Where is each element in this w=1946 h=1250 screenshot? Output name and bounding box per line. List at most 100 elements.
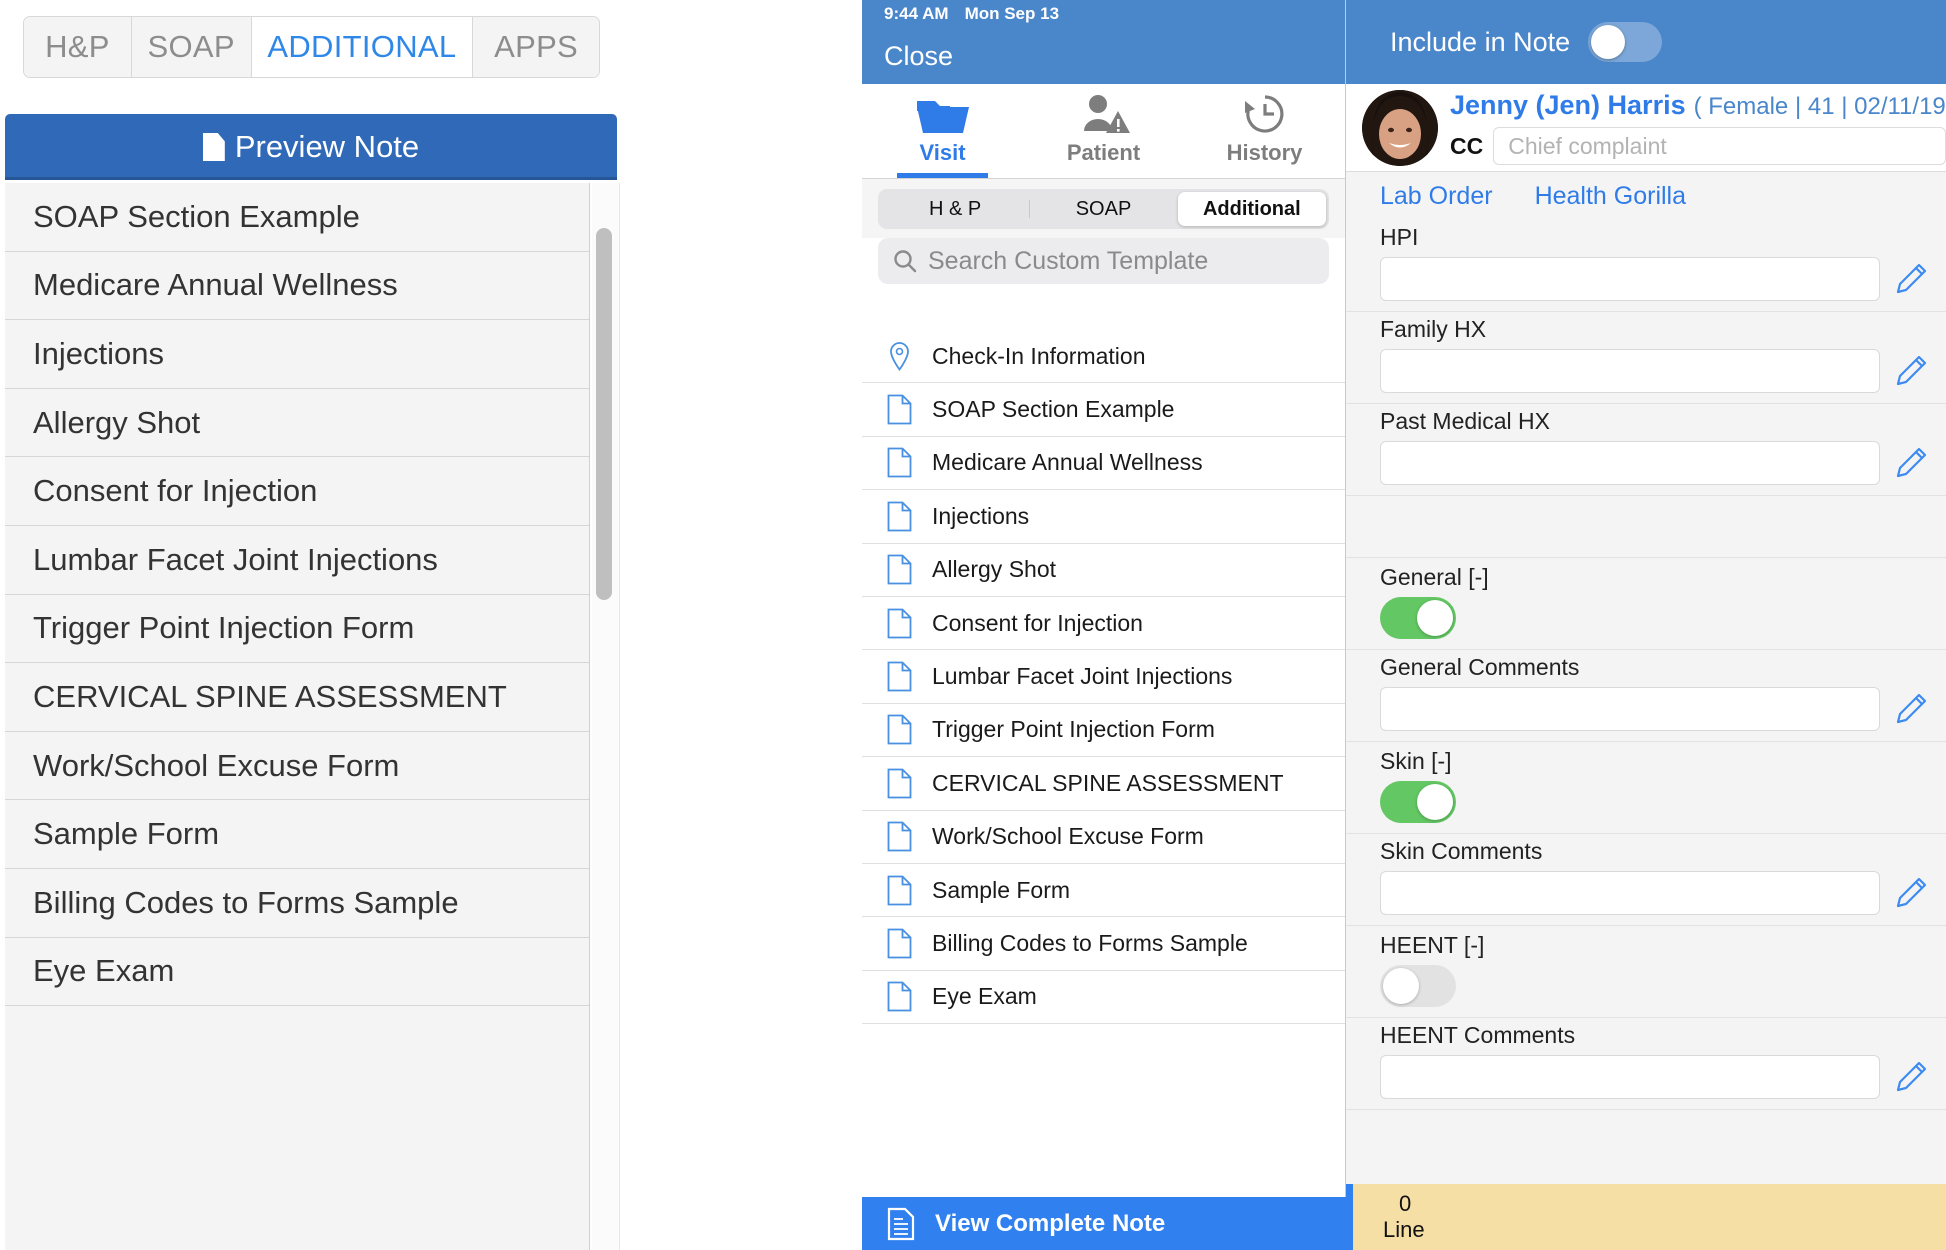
- document-icon: [202, 133, 225, 161]
- list-item[interactable]: Check-In Information: [862, 330, 1345, 384]
- preview-note-label: Preview Note: [234, 129, 420, 164]
- lab-order-link[interactable]: Lab Order: [1380, 182, 1493, 211]
- action-links-row: Lab Order Health Gorilla: [1346, 172, 1946, 220]
- edit-pencil-icon[interactable]: [1894, 262, 1928, 296]
- list-item-label: Medicare Annual Wellness: [932, 449, 1203, 476]
- field-block: HPI: [1346, 220, 1946, 312]
- left-panel: H&P SOAP ADDITIONAL APPS Preview Note SO…: [0, 0, 760, 1250]
- list-item[interactable]: Medicare Annual Wellness: [5, 251, 589, 321]
- document-icon: [887, 554, 912, 585]
- ros-toggle[interactable]: [1380, 781, 1456, 823]
- list-item[interactable]: Consent for Injection: [862, 597, 1345, 651]
- list-item[interactable]: Work/School Excuse Form: [5, 731, 589, 801]
- list-item[interactable]: Trigger Point Injection Form: [862, 704, 1345, 758]
- patient-name[interactable]: Jenny (Jen) Harris: [1450, 90, 1686, 121]
- middle-template-list[interactable]: Check-In Information SOAP Section Example…: [862, 330, 1345, 1250]
- text-input[interactable]: [1380, 349, 1880, 393]
- tab-history[interactable]: History: [1184, 84, 1345, 178]
- edit-pencil-icon[interactable]: [1894, 446, 1928, 480]
- list-item-label: Trigger Point Injection Form: [33, 610, 415, 646]
- field-label: Family HX: [1380, 316, 1487, 342]
- edit-pencil-icon[interactable]: [1894, 354, 1928, 388]
- list-item[interactable]: Eye Exam: [5, 937, 589, 1007]
- list-item[interactable]: Lumbar Facet Joint Injections: [862, 650, 1345, 704]
- seg-hp[interactable]: H & P: [881, 192, 1029, 226]
- list-item[interactable]: Allergy Shot: [862, 544, 1345, 597]
- toggle-knob: [1383, 968, 1419, 1004]
- list-item[interactable]: Eye Exam: [862, 971, 1345, 1025]
- ros-toggle[interactable]: [1380, 597, 1456, 639]
- edit-pencil-icon[interactable]: [1894, 1060, 1928, 1094]
- document-icon: [887, 608, 912, 639]
- left-template-list[interactable]: SOAP Section Example Medicare Annual Well…: [5, 183, 590, 1250]
- tab-visit[interactable]: Visit: [862, 84, 1023, 178]
- field-label: Skin Comments: [1380, 838, 1543, 864]
- preview-note-button[interactable]: Preview Note: [5, 114, 617, 180]
- left-scrollbar-thumb[interactable]: [596, 228, 612, 600]
- list-item-label: Billing Codes to Forms Sample: [33, 884, 459, 920]
- text-input[interactable]: [1380, 1055, 1880, 1099]
- chief-complaint-input[interactable]: Chief complaint: [1493, 127, 1946, 165]
- list-item[interactable]: SOAP Section Example: [5, 183, 589, 252]
- list-item[interactable]: SOAP Section Example: [862, 383, 1345, 437]
- list-item[interactable]: Trigger Point Injection Form: [5, 594, 589, 664]
- list-item-label: Medicare Annual Wellness: [33, 267, 398, 303]
- document-icon: [887, 875, 912, 905]
- text-input[interactable]: [1380, 257, 1880, 301]
- list-item[interactable]: Medicare Annual Wellness: [862, 437, 1345, 491]
- seg-soap[interactable]: SOAP: [1029, 192, 1177, 226]
- tab-patient[interactable]: Patient: [1023, 84, 1184, 178]
- document-icon: [887, 715, 912, 745]
- list-item[interactable]: Allergy Shot: [5, 388, 589, 458]
- list-item-label: Consent for Injection: [33, 473, 318, 509]
- list-item[interactable]: Billing Codes to Forms Sample: [5, 868, 589, 938]
- text-input[interactable]: [1380, 871, 1880, 915]
- field-block: Family HX: [1346, 312, 1946, 404]
- list-item-label: Work/School Excuse Form: [33, 747, 400, 783]
- list-item[interactable]: Lumbar Facet Joint Injections: [5, 525, 589, 595]
- list-item[interactable]: Work/School Excuse Form: [862, 811, 1345, 864]
- status-date: Mon Sep 13: [964, 4, 1060, 23]
- status-time: 9:44 AM: [884, 4, 949, 23]
- list-item[interactable]: Sample Form: [862, 864, 1345, 918]
- include-in-note-toggle[interactable]: [1588, 22, 1663, 62]
- text-input[interactable]: [1380, 687, 1880, 731]
- health-gorilla-link[interactable]: Health Gorilla: [1535, 182, 1686, 211]
- field-block: General Comments: [1346, 650, 1946, 742]
- tab-apps[interactable]: APPS: [473, 17, 599, 77]
- search-placeholder: Search Custom Template: [928, 246, 1209, 275]
- list-item[interactable]: Sample Form: [5, 800, 589, 869]
- text-input[interactable]: [1380, 441, 1880, 485]
- edit-pencil-icon[interactable]: [1894, 692, 1928, 726]
- middle-panel: 9:44 AM Mon Sep 13 Close Visit Patient H…: [862, 0, 1346, 1250]
- document-icon: [887, 501, 912, 532]
- tab-hp[interactable]: H&P: [24, 17, 132, 77]
- list-item[interactable]: Billing Codes to Forms Sample: [862, 917, 1345, 971]
- search-input[interactable]: Search Custom Template: [878, 238, 1329, 284]
- field-label: HPI: [1380, 224, 1419, 250]
- seg-additional[interactable]: Additional: [1177, 192, 1326, 226]
- field-row: [1346, 349, 1946, 393]
- list-item-label: SOAP Section Example: [33, 198, 360, 234]
- toggle-block: General [-]: [1346, 558, 1946, 650]
- list-item-label: Consent for Injection: [932, 609, 1143, 636]
- list-item[interactable]: Injections: [862, 490, 1345, 544]
- list-item[interactable]: Injections: [5, 320, 589, 389]
- include-in-note-label: Include in Note: [1390, 26, 1571, 57]
- list-item[interactable]: CERVICAL SPINE ASSESSMENT: [5, 663, 589, 732]
- field-row: [1346, 871, 1946, 915]
- tab-additional[interactable]: ADDITIONAL: [251, 17, 474, 77]
- ros-toggle[interactable]: [1380, 965, 1456, 1007]
- view-complete-note-label: View Complete Note: [935, 1209, 1166, 1237]
- document-icon: [887, 821, 912, 852]
- close-button[interactable]: Close: [884, 41, 953, 72]
- search-icon: [894, 250, 917, 273]
- list-item-label: Work/School Excuse Form: [932, 823, 1204, 850]
- list-item[interactable]: Consent for Injection: [5, 457, 589, 526]
- tab-soap[interactable]: SOAP: [131, 17, 252, 77]
- edit-pencil-icon[interactable]: [1894, 876, 1928, 910]
- view-complete-note-button[interactable]: View Complete Note: [862, 1197, 1346, 1250]
- field-block: Skin Comments: [1346, 834, 1946, 926]
- document-icon: [887, 768, 912, 799]
- list-item[interactable]: CERVICAL SPINE ASSESSMENT: [862, 757, 1345, 811]
